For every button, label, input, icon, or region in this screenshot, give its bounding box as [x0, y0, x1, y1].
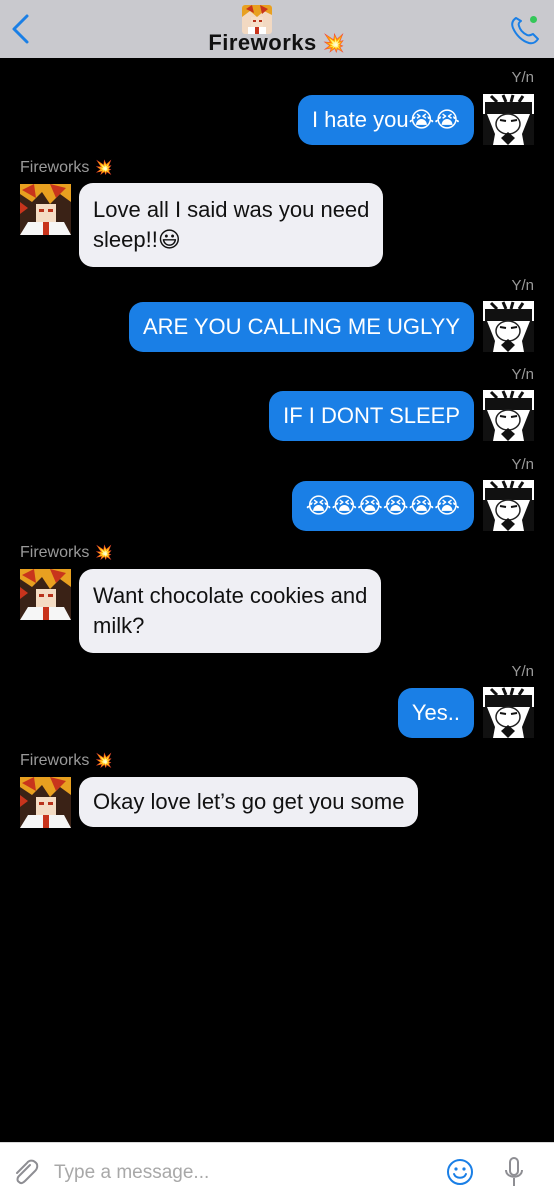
user-avatar[interactable]: [483, 480, 534, 531]
contact-avatar[interactable]: [20, 184, 71, 235]
message-line: Want chocolate cookies and: [93, 583, 368, 608]
online-status-dot: [530, 16, 537, 23]
user-avatar[interactable]: [483, 301, 534, 352]
smiley-icon[interactable]: [445, 1157, 475, 1187]
message-composer: [0, 1142, 554, 1201]
sender-name: Y/n: [511, 456, 534, 473]
message-bubble-outgoing[interactable]: I hate you😭😭: [297, 95, 474, 145]
sender-name: Y/n: [511, 663, 534, 680]
chat-title-text: Fireworks: [208, 30, 317, 55]
sender-name-text: Fireworks: [20, 752, 90, 769]
message-bubble-outgoing[interactable]: ARE YOU CALLING ME UGLYY: [128, 302, 474, 352]
sender-name: Fireworks 💥: [20, 752, 113, 770]
sender-name: Fireworks 💥: [20, 159, 113, 177]
message-bubble-incoming[interactable]: Love all I said was you need sleep!!😃: [79, 183, 384, 267]
message-bubble-incoming[interactable]: Okay love let’s go get you some: [79, 777, 419, 827]
message-line: sleep!!😃: [93, 227, 181, 252]
microphone-icon[interactable]: [502, 1155, 526, 1189]
message-bubble-outgoing[interactable]: Yes..: [397, 688, 474, 738]
sender-name-text: Fireworks: [20, 544, 90, 561]
sender-name-text: Fireworks: [20, 159, 90, 176]
explosion-emoji: 💥: [95, 159, 113, 175]
user-avatar[interactable]: [483, 94, 534, 145]
chat-header: Fireworks 💥: [0, 0, 554, 58]
sender-name: Y/n: [511, 366, 534, 383]
message-bubble-outgoing[interactable]: IF I DONT SLEEP: [269, 391, 474, 441]
message-line: milk?: [93, 613, 145, 638]
contact-avatar[interactable]: [20, 777, 71, 828]
message-bubble-outgoing[interactable]: 😭😭😭😭😭😭: [291, 481, 474, 531]
paperclip-icon[interactable]: [10, 1157, 40, 1187]
chat-title: Fireworks 💥: [0, 30, 554, 56]
contact-avatar[interactable]: [20, 569, 71, 620]
sender-name: Fireworks 💥: [20, 544, 113, 562]
user-avatar[interactable]: [483, 390, 534, 441]
sender-name: Y/n: [511, 277, 534, 294]
explosion-emoji: 💥: [95, 544, 113, 560]
message-input[interactable]: [52, 1158, 416, 1188]
message-bubble-incoming[interactable]: Want chocolate cookies and milk?: [79, 569, 382, 653]
sender-name: Y/n: [511, 69, 534, 86]
explosion-emoji: 💥: [95, 752, 113, 768]
explosion-emoji: 💥: [322, 33, 346, 53]
message-line: Love all I said was you need: [93, 197, 370, 222]
user-avatar[interactable]: [483, 687, 534, 738]
